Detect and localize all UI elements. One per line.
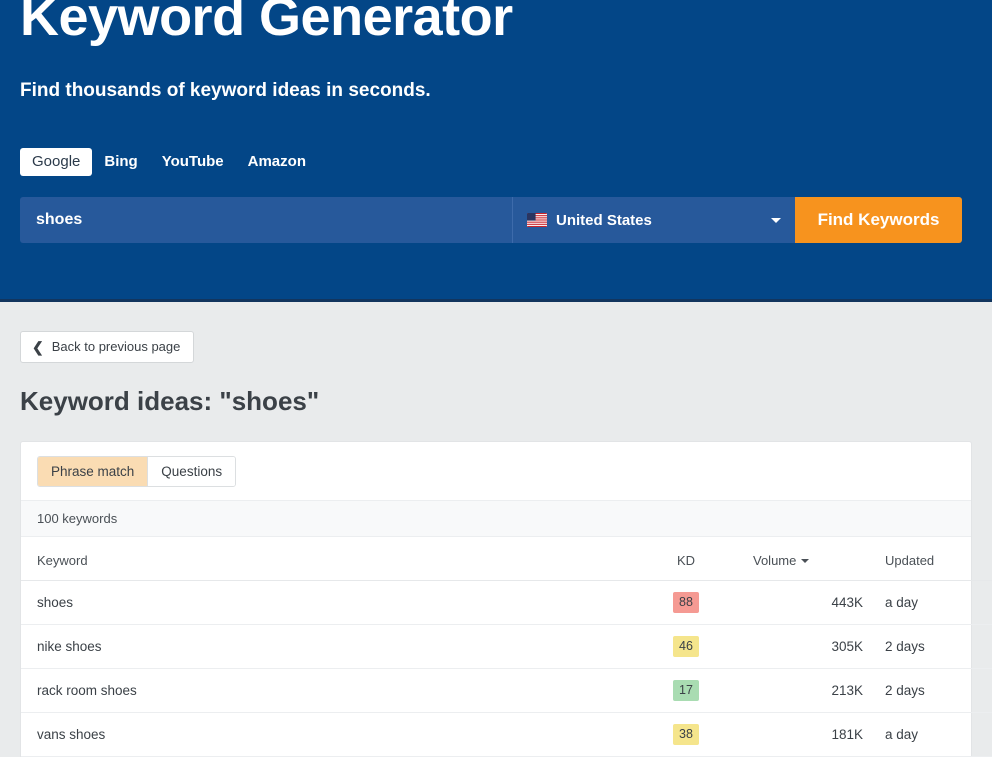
tab-google[interactable]: Google	[20, 148, 92, 176]
search-engine-tabs: Google Bing YouTube Amazon	[20, 148, 318, 176]
cell-volume: 181K	[753, 713, 863, 757]
find-keywords-button[interactable]: Find Keywords	[795, 197, 962, 243]
kd-badge: 38	[673, 724, 699, 745]
keyword-ideas-heading: Keyword ideas: "shoes"	[20, 385, 972, 417]
back-to-previous-page-button[interactable]: ❮ Back to previous page	[20, 331, 194, 363]
tab-questions[interactable]: Questions	[147, 457, 235, 486]
cell-keyword[interactable]: rack room shoes	[21, 669, 673, 713]
segmented-control: Phrase match Questions	[37, 456, 236, 487]
tab-phrase-match[interactable]: Phrase match	[38, 457, 147, 486]
column-header-updated[interactable]: Updated	[863, 537, 992, 581]
column-header-volume[interactable]: Volume	[753, 537, 863, 581]
table-row[interactable]: nike shoes 46 305K 2 days	[21, 625, 992, 669]
country-select[interactable]: United States	[512, 197, 795, 243]
table-row[interactable]: vans shoes 38 181K a day	[21, 713, 992, 757]
keyword-search-input[interactable]	[20, 197, 512, 243]
cell-kd: 88	[673, 581, 753, 625]
table-row[interactable]: rack room shoes 17 213K 2 days	[21, 669, 992, 713]
table-row[interactable]: shoes 88 443K a day	[21, 581, 992, 625]
cell-kd: 38	[673, 713, 753, 757]
table-header-row: Keyword KD Volume Updated	[21, 537, 992, 581]
cell-kd: 17	[673, 669, 753, 713]
us-flag-icon	[527, 213, 547, 227]
page-title: Keyword Generator	[20, 0, 972, 48]
chevron-down-icon	[771, 218, 781, 223]
content-area: ❮ Back to previous page Keyword ideas: "…	[0, 302, 992, 757]
tab-amazon[interactable]: Amazon	[236, 148, 318, 176]
result-type-tabs: Phrase match Questions	[21, 442, 971, 500]
kd-badge: 17	[673, 680, 699, 701]
tab-youtube[interactable]: YouTube	[150, 148, 236, 176]
cell-volume: 443K	[753, 581, 863, 625]
cell-updated: a day	[863, 713, 992, 757]
cell-keyword[interactable]: nike shoes	[21, 625, 673, 669]
hero-subtitle: Find thousands of keyword ideas in secon…	[20, 80, 972, 102]
tab-bing[interactable]: Bing	[92, 148, 149, 176]
kd-badge: 46	[673, 636, 699, 657]
country-label: United States	[556, 212, 652, 229]
column-header-volume-label: Volume	[753, 553, 796, 568]
cell-keyword[interactable]: shoes	[21, 581, 673, 625]
sort-desc-icon	[801, 559, 809, 563]
search-bar: United States Find Keywords	[20, 197, 962, 243]
hero-header: Keyword Generator Find thousands of keyw…	[0, 0, 992, 302]
cell-updated: 2 days	[863, 625, 992, 669]
cell-keyword[interactable]: vans shoes	[21, 713, 673, 757]
keyword-count: 100 keywords	[21, 500, 971, 537]
column-header-keyword[interactable]: Keyword	[21, 537, 673, 581]
cell-volume: 213K	[753, 669, 863, 713]
column-header-kd[interactable]: KD	[673, 537, 753, 581]
kd-badge: 88	[673, 592, 699, 613]
keyword-table: Keyword KD Volume Updated shoes 88 443K …	[21, 537, 992, 757]
cell-updated: a day	[863, 581, 992, 625]
chevron-left-icon: ❮	[32, 340, 44, 354]
back-button-label: Back to previous page	[52, 339, 181, 355]
table-body: shoes 88 443K a day nike shoes 46 305K 2…	[21, 581, 992, 757]
results-card: Phrase match Questions 100 keywords Keyw…	[20, 441, 972, 757]
cell-volume: 305K	[753, 625, 863, 669]
cell-updated: 2 days	[863, 669, 992, 713]
cell-kd: 46	[673, 625, 753, 669]
